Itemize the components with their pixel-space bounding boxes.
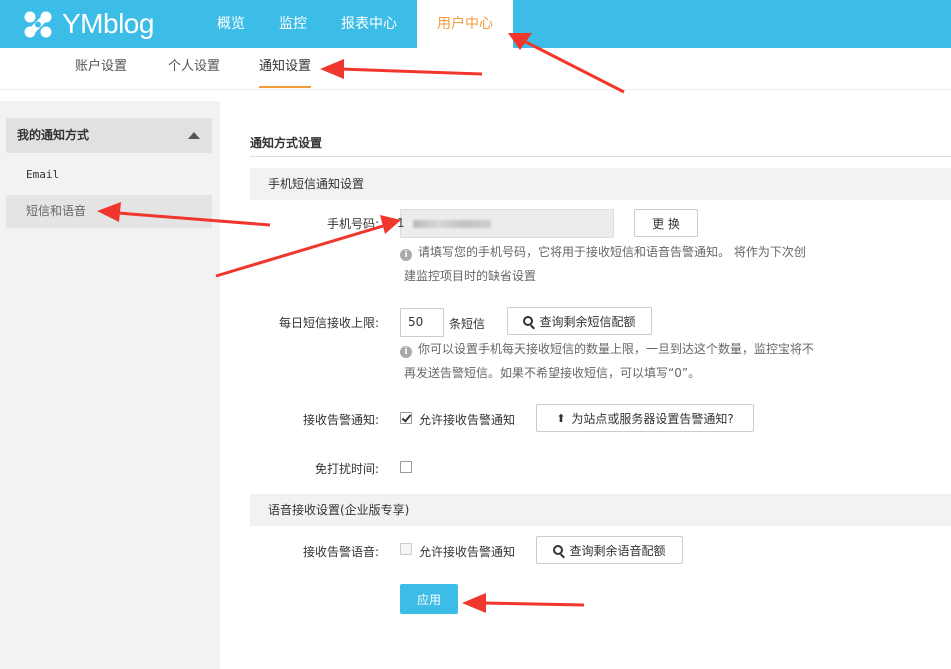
sub-nav: 账户设置 个人设置 通知设置 <box>0 48 951 90</box>
logo-icon <box>22 8 54 40</box>
tab-personal-settings[interactable]: 个人设置 <box>168 48 220 88</box>
set-alert-button[interactable]: ⬆ 为站点或服务器设置告警通知? <box>536 404 754 432</box>
receive-voice-label: 接收告警语音: <box>302 545 379 559</box>
phone-label: 手机号码: <box>326 217 379 231</box>
sidebar-item-email[interactable]: Email <box>6 158 212 191</box>
phone-redacted <box>413 220 491 228</box>
receive-voice-checkbox[interactable] <box>400 543 412 555</box>
section-title: 通知方式设置 <box>250 136 323 150</box>
receive-alert-label: 接收告警通知: <box>302 413 379 427</box>
change-phone-button[interactable]: 更 换 <box>634 209 698 237</box>
search-icon <box>523 316 534 326</box>
phone-value: 1 <box>397 216 405 230</box>
nav-monitor[interactable]: 监控 <box>262 0 324 48</box>
limit-hint: i 你可以设置手机每天接收短信的数量上限，一旦到达这个数量，监控宝将不 再发送告警… <box>400 337 830 385</box>
query-voice-quota-button[interactable]: 查询剩余语音配额 <box>536 536 683 564</box>
info-icon: i <box>400 249 412 261</box>
logo-text: YMblog <box>62 8 154 39</box>
sms-group-title: 手机短信通知设置 <box>250 168 951 200</box>
receive-alert-checkbox-label: 允许接收告警通知 <box>419 413 516 427</box>
tab-notification-settings[interactable]: 通知设置 <box>259 48 312 88</box>
top-bar: YMblog 概览 监控 报表中心 用户中心 <box>0 0 951 48</box>
dnd-label: 免打扰时间: <box>314 462 379 476</box>
daily-limit-label: 每日短信接收上限: <box>278 316 379 330</box>
query-voice-quota-label: 查询剩余语音配额 <box>569 543 666 558</box>
main-nav: 概览 监控 报表中心 用户中心 <box>200 0 513 48</box>
sidebar-item-sms-voice[interactable]: 短信和语音 <box>6 195 212 228</box>
sidebar-title: 我的通知方式 <box>17 128 90 142</box>
voice-group-title: 语音接收设置(企业版专享) <box>250 494 951 526</box>
limit-hint-text-2: 再发送告警短信。如果不希望接收短信，可以填写“0”。 <box>404 366 701 380</box>
sidebar-section-header[interactable]: 我的通知方式 <box>6 118 212 153</box>
nav-reports[interactable]: 报表中心 <box>324 0 414 48</box>
query-sms-quota-button[interactable]: 查询剩余短信配额 <box>507 307 652 335</box>
sidebar: 我的通知方式 Email 短信和语音 <box>0 101 220 669</box>
query-sms-quota-label: 查询剩余短信配额 <box>539 314 636 329</box>
phone-hint-text-2: 建监控项目时的缺省设置 <box>404 269 537 283</box>
caret-up-icon <box>188 132 200 139</box>
phone-hint: i 请填写您的手机号码，它将用于接收短信和语音告警通知。 将作为下次创 建监控项目… <box>400 240 830 288</box>
tab-account-settings[interactable]: 账户设置 <box>75 48 127 88</box>
apply-button[interactable]: 应用 <box>400 584 458 614</box>
receive-alert-checkbox[interactable] <box>400 412 412 424</box>
receive-voice-checkbox-label: 允许接收告警通知 <box>419 545 516 559</box>
phone-input[interactable]: 1 <box>397 209 614 238</box>
set-alert-label: 为站点或服务器设置告警通知? <box>571 411 734 426</box>
nav-user-center[interactable]: 用户中心 <box>417 0 513 48</box>
annotation-arrow-apply <box>462 593 585 613</box>
logo[interactable]: YMblog <box>22 6 154 42</box>
dnd-checkbox[interactable] <box>400 461 412 473</box>
limit-hint-text-1: 你可以设置手机每天接收短信的数量上限，一旦到达这个数量，监控宝将不 <box>418 342 815 356</box>
daily-limit-input[interactable]: 50 <box>400 308 444 337</box>
arrow-up-icon: ⬆ <box>556 411 566 425</box>
info-icon: i <box>400 346 412 358</box>
search-icon <box>553 545 564 555</box>
daily-limit-unit: 条短信 <box>449 317 486 331</box>
phone-hint-text-1: 请填写您的手机号码，它将用于接收短信和语音告警通知。 将作为下次创 <box>418 245 806 259</box>
divider <box>250 156 951 157</box>
nav-overview[interactable]: 概览 <box>200 0 262 48</box>
